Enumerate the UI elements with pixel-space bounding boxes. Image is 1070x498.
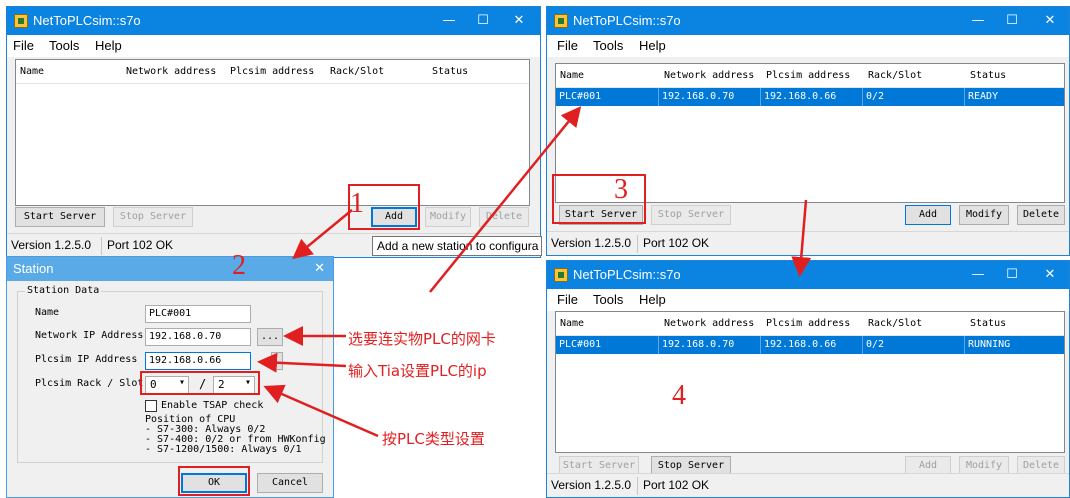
- arrow-type: [263, 384, 379, 438]
- annotation-arrows: [257, 106, 812, 438]
- arrow-1-to-2: [292, 209, 353, 260]
- arrow-ip: [257, 352, 347, 373]
- arrow-2-to-3: [429, 106, 582, 293]
- arrow-3-to-4: [791, 199, 812, 277]
